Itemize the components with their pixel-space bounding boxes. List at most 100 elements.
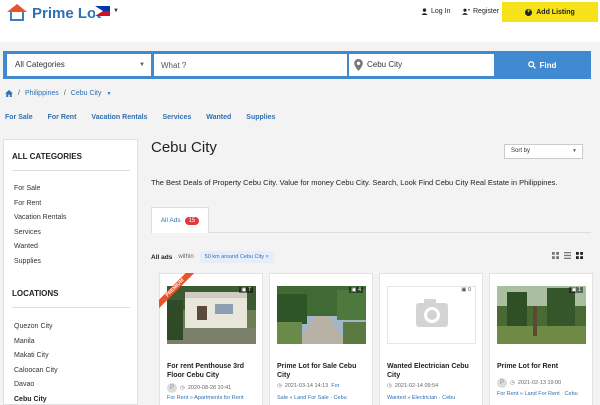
- listing-title[interactable]: Prime Lot for Rent: [497, 362, 589, 371]
- sidebar-location-cebu-city[interactable]: Cebu City: [14, 396, 58, 405]
- listing-title[interactable]: Prime Lot for Sale Cebu City: [277, 362, 369, 380]
- photo-count: ▣ 1: [569, 287, 583, 293]
- listing-meta: P ◷ 2020-08-28 10:41: [167, 383, 231, 393]
- breadcrumb-cebu-city[interactable]: Cebu City: [71, 90, 102, 97]
- clock-icon: ◷: [510, 380, 515, 386]
- listing-categories[interactable]: Wanted » Electrician · Cebu: [387, 395, 482, 401]
- clock-icon: ◷: [387, 383, 392, 389]
- list-view-icon[interactable]: [564, 252, 571, 259]
- listing-categories[interactable]: For Rent » Apartments for Rent: [167, 395, 262, 401]
- sidebar-location-quezon-city[interactable]: Quezon City: [14, 323, 58, 338]
- listing-card[interactable]: ▣ 1 Prime Lot for Rent P ◷ 2021-02-13 19…: [489, 273, 593, 405]
- sidebar-item-services[interactable]: Services: [14, 229, 66, 244]
- photo-count: ▣ 7: [239, 287, 253, 293]
- listing-categories[interactable]: For Rent » Land For Rent · Cebu: [497, 390, 592, 398]
- listing-category-prefix[interactable]: For: [331, 383, 339, 389]
- listing-meta: P ◷ 2021-02-13 19:00: [497, 378, 561, 388]
- categories-heading: ALL CATEGORIES: [12, 152, 82, 161]
- breadcrumb: / Philippines / Cebu City ▼: [5, 90, 111, 97]
- login-link[interactable]: Log In: [421, 8, 450, 15]
- locations-heading: LOCATIONS: [12, 289, 59, 298]
- tab-all-ads[interactable]: All Ads 15: [151, 207, 209, 233]
- location-input[interactable]: Cebu City: [349, 54, 494, 76]
- header: Prime Lot ▼ Log In Register + Add Listin…: [0, 0, 600, 42]
- premium-ribbon: PREMIUM: [159, 273, 199, 313]
- chevron-down-icon[interactable]: ▼: [107, 91, 112, 97]
- house-logo-icon: [6, 4, 28, 22]
- search-icon: [527, 61, 536, 69]
- category-list: For Sale For Rent Vacation Rentals Servi…: [14, 185, 66, 272]
- compact-grid-icon[interactable]: [576, 252, 583, 259]
- user-icon: [421, 8, 428, 15]
- sidebar-item-wanted[interactable]: Wanted: [14, 243, 66, 258]
- what-input[interactable]: [154, 54, 347, 76]
- sidebar-item-for-sale[interactable]: For Sale: [14, 185, 66, 200]
- photo-count: ▣ 4: [349, 287, 363, 293]
- sidebar-item-for-rent[interactable]: For Rent: [14, 200, 66, 215]
- ads-filter-bar: All ads within 50 km around Cebu City ×: [151, 249, 591, 265]
- catnav-supplies[interactable]: Supplies: [246, 114, 275, 121]
- sort-by-select[interactable]: Sort by ▼: [504, 144, 583, 159]
- sidebar-item-vacation-rentals[interactable]: Vacation Rentals: [14, 214, 66, 229]
- sidebar-location-makati-city[interactable]: Makati City: [14, 352, 58, 367]
- close-icon[interactable]: ×: [266, 254, 269, 260]
- listing-date: 2021-02-14 09:54: [394, 383, 439, 389]
- breadcrumb-philippines[interactable]: Philippines: [25, 90, 59, 97]
- find-button[interactable]: Find: [497, 54, 587, 76]
- sidebar-location-caloocan-city[interactable]: Caloocan City: [14, 367, 58, 382]
- page-title: Cebu City: [151, 139, 217, 156]
- catnav-for-rent[interactable]: For Rent: [48, 114, 77, 121]
- catnav-vacation-rentals[interactable]: Vacation Rentals: [91, 114, 147, 121]
- listing-card[interactable]: ▣ 0 Wanted Electrician Cebu City ◷ 2021-…: [379, 273, 483, 405]
- listing-card[interactable]: ▣ 4 Prime Lot for Sale Cebu City ◷ 2021-…: [269, 273, 373, 405]
- listing-photo-placeholder[interactable]: [387, 286, 476, 344]
- within-label: within: [178, 254, 194, 260]
- user-plus-icon: [462, 8, 470, 15]
- category-select[interactable]: All Categories ▼: [7, 54, 151, 76]
- location-list: Quezon City Manila Makati City Caloocan …: [14, 323, 58, 405]
- listing-photo[interactable]: [277, 286, 366, 344]
- add-listing-button[interactable]: + Add Listing: [502, 2, 598, 22]
- photo-count: ▣ 0: [461, 287, 471, 293]
- listing-meta: ◷ 2021-02-14 09:54: [387, 383, 438, 389]
- chevron-down-icon: ▼: [139, 62, 145, 68]
- register-link[interactable]: Register: [462, 8, 499, 15]
- catnav-wanted[interactable]: Wanted: [206, 114, 231, 121]
- listing-photo[interactable]: [497, 286, 586, 344]
- camera-placeholder-icon: [416, 299, 448, 327]
- count-badge: 15: [184, 216, 200, 225]
- listing-title[interactable]: For rent Penthouse 3rd Floor Cebu City: [167, 362, 259, 380]
- catnav-for-sale[interactable]: For Sale: [5, 114, 33, 121]
- listing-date: 2021-02-13 19:00: [517, 380, 562, 386]
- clock-icon: ◷: [277, 383, 282, 389]
- ads-label: All ads: [151, 253, 173, 261]
- view-toggle: [552, 252, 583, 259]
- avatar: P: [497, 378, 507, 388]
- listing-grid: ▣ 7 PREMIUM For rent Penthouse 3rd Floor…: [151, 273, 593, 405]
- radius-filter-chip[interactable]: 50 km around Cebu City ×: [199, 251, 274, 263]
- brand-name: Prime Lot: [32, 4, 102, 22]
- sidebar-location-manila[interactable]: Manila: [14, 338, 58, 353]
- listing-date: 2021-03-14 14:13: [284, 383, 329, 389]
- listing-meta: ◷ 2021-03-14 14:13 For: [277, 383, 340, 389]
- plus-circle-icon: +: [525, 8, 533, 16]
- listing-categories[interactable]: Sale » Land For Sale · Cebu: [277, 395, 372, 401]
- category-nav: For Sale For Rent Vacation Rentals Servi…: [5, 114, 290, 121]
- listing-title[interactable]: Wanted Electrician Cebu City: [387, 362, 479, 380]
- chevron-down-icon: ▼: [572, 148, 577, 154]
- home-icon[interactable]: [5, 90, 13, 97]
- sidebar-location-davao[interactable]: Davao: [14, 381, 58, 396]
- listing-card[interactable]: ▣ 7 PREMIUM For rent Penthouse 3rd Floor…: [159, 273, 263, 405]
- avatar: P: [167, 383, 177, 393]
- map-pin-icon: [354, 59, 363, 71]
- search-bar: All Categories ▼ Cebu City Find: [3, 51, 591, 79]
- philippines-flag-icon[interactable]: [95, 6, 110, 16]
- sidebar: ALL CATEGORIES For Sale For Rent Vacatio…: [3, 139, 138, 405]
- grid-view-icon[interactable]: [552, 252, 559, 259]
- catnav-services[interactable]: Services: [162, 114, 191, 121]
- logo[interactable]: Prime Lot: [6, 4, 101, 22]
- listing-date: 2020-08-28 10:41: [187, 385, 232, 391]
- sidebar-item-supplies[interactable]: Supplies: [14, 258, 66, 273]
- chevron-down-icon[interactable]: ▼: [113, 8, 119, 14]
- page-description: The Best Deals of Property Cebu City. Va…: [151, 178, 558, 187]
